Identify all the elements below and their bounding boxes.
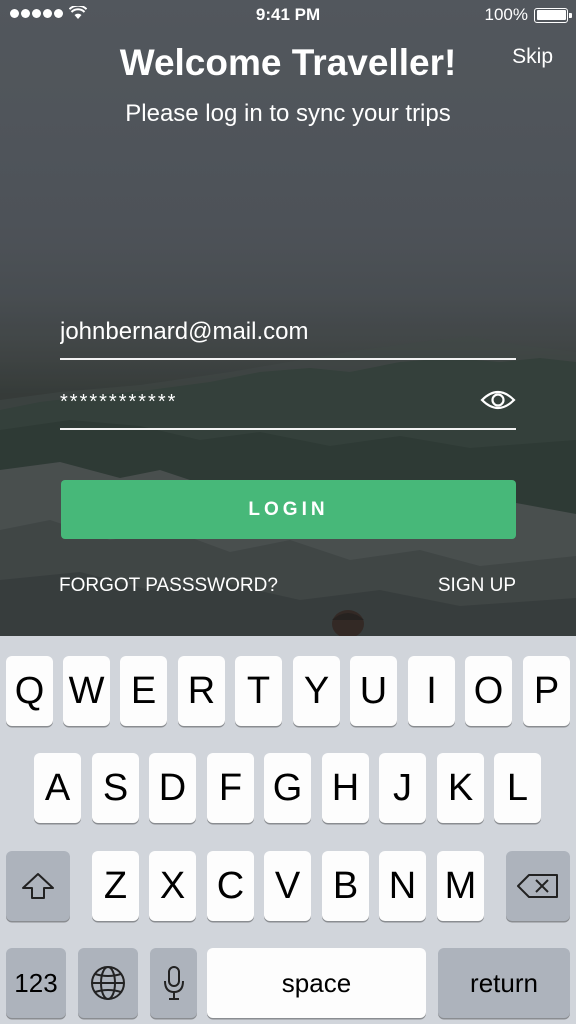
key-n[interactable]: N xyxy=(379,851,426,921)
key-j[interactable]: J xyxy=(379,753,426,823)
key-u[interactable]: U xyxy=(350,656,397,726)
welcome-title: Welcome Traveller! xyxy=(119,42,457,83)
key-i[interactable]: I xyxy=(408,656,455,726)
key-y[interactable]: Y xyxy=(293,656,340,726)
login-button[interactable]: LOGIN xyxy=(61,480,516,539)
key-a[interactable]: A xyxy=(34,753,81,823)
key-k[interactable]: K xyxy=(437,753,484,823)
sign-up-link[interactable]: SIGN UP xyxy=(438,575,516,597)
status-bar: 9:41 PM 100% xyxy=(0,0,576,30)
battery-percent: 100% xyxy=(484,5,528,24)
password-field[interactable] xyxy=(60,382,460,422)
key-c[interactable]: C xyxy=(207,851,254,921)
skip-button[interactable]: Skip xyxy=(512,45,553,69)
key-f[interactable]: F xyxy=(207,753,254,823)
microphone-icon xyxy=(163,966,184,1000)
key-e[interactable]: E xyxy=(120,656,167,726)
key-m[interactable]: M xyxy=(437,851,484,921)
microphone-key[interactable] xyxy=(150,948,197,1018)
email-field-container xyxy=(60,312,516,360)
globe-key[interactable] xyxy=(78,948,138,1018)
key-x[interactable]: X xyxy=(149,851,196,921)
key-g[interactable]: G xyxy=(264,753,311,823)
show-password-eye-icon[interactable] xyxy=(480,386,516,414)
space-key[interactable]: space xyxy=(207,948,426,1018)
key-o[interactable]: O xyxy=(465,656,512,726)
key-r[interactable]: R xyxy=(178,656,225,726)
battery-icon xyxy=(534,7,572,23)
key-p[interactable]: P xyxy=(523,656,570,726)
key-v[interactable]: V xyxy=(264,851,311,921)
password-field-container xyxy=(60,382,516,430)
key-w[interactable]: W xyxy=(63,656,110,726)
welcome-subtitle: Please log in to sync your trips xyxy=(125,100,451,127)
key-d[interactable]: D xyxy=(149,753,196,823)
backspace-key[interactable] xyxy=(506,851,570,921)
key-b[interactable]: B xyxy=(322,851,369,921)
numbers-key[interactable]: 123 xyxy=(6,948,66,1018)
key-z[interactable]: Z xyxy=(92,851,139,921)
key-t[interactable]: T xyxy=(235,656,282,726)
key-h[interactable]: H xyxy=(322,753,369,823)
key-s[interactable]: S xyxy=(92,753,139,823)
on-screen-keyboard: Q W E R T Y U I O P A S D F G H J K L Z … xyxy=(0,636,576,1024)
key-l[interactable]: L xyxy=(494,753,541,823)
shift-arrow-icon xyxy=(22,873,54,899)
email-field[interactable] xyxy=(60,312,460,352)
globe-icon xyxy=(91,966,125,1000)
shift-key[interactable] xyxy=(6,851,70,921)
key-q[interactable]: Q xyxy=(6,656,53,726)
forgot-password-link[interactable]: FORGOT PASSSWORD? xyxy=(59,575,278,597)
return-key[interactable]: return xyxy=(438,948,570,1018)
backspace-icon xyxy=(517,874,558,898)
